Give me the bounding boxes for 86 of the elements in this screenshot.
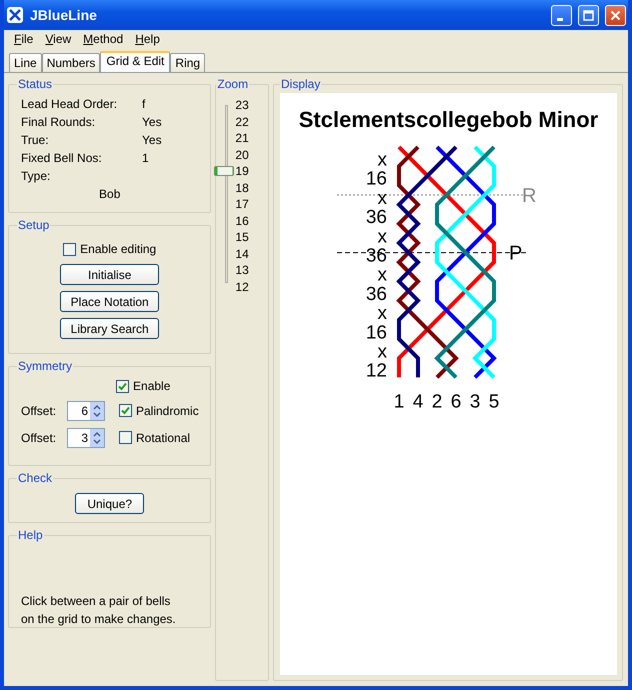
- zoom-tick-label: 17: [235, 196, 249, 212]
- group-title: Help: [17, 528, 44, 542]
- tab[interactable]: Ring: [170, 53, 206, 72]
- place-notation: x: [378, 150, 387, 171]
- place-notation: 36: [366, 207, 387, 228]
- offset-spinner[interactable]: 6: [67, 400, 105, 420]
- status-label: Lead Head Order:: [21, 97, 118, 111]
- bell-number: 3: [470, 391, 480, 412]
- minimize-button[interactable]: [551, 4, 572, 26]
- status-value: f: [142, 97, 146, 111]
- group-title: Check: [17, 471, 54, 485]
- group-title: Setup: [17, 218, 50, 232]
- place-notation: 16: [366, 322, 387, 344]
- maximize-icon: [583, 10, 594, 20]
- tab[interactable]: Grid & Edit: [100, 51, 170, 72]
- status-label: Fixed Bell Nos:: [21, 151, 103, 165]
- method-title: Stclementscollegebob Minor: [298, 107, 598, 133]
- unique-button[interactable]: Unique?: [75, 493, 144, 514]
- marker-label: P: [509, 242, 522, 265]
- status-value: 1: [142, 151, 150, 165]
- menu-item[interactable]: File: [8, 32, 40, 46]
- status-value: Bob: [98, 187, 122, 201]
- slider-thumb[interactable]: [214, 166, 234, 176]
- status-value: Yes: [142, 133, 163, 147]
- app-icon: [6, 6, 24, 24]
- bell-number: 6: [450, 391, 462, 412]
- close-icon: [610, 10, 621, 20]
- maximize-button[interactable]: [578, 4, 599, 26]
- menu-item[interactable]: View: [39, 32, 78, 46]
- place-notation: 16: [366, 168, 387, 190]
- checkbox-label: Rotational: [136, 430, 190, 444]
- minimize-icon: [556, 18, 562, 20]
- status-value: Yes: [142, 115, 163, 129]
- checkbox-label: Enable editing: [80, 242, 156, 256]
- menu-item[interactable]: Help: [129, 32, 166, 46]
- close-button[interactable]: [605, 4, 626, 26]
- zoom-tick-label: 15: [235, 229, 249, 246]
- checkbox[interactable]: [119, 404, 132, 417]
- checkbox[interactable]: [116, 380, 130, 392]
- checkbox[interactable]: [63, 242, 76, 256]
- setup-button[interactable]: Initialise: [60, 264, 160, 285]
- status-label: Type:: [21, 169, 52, 183]
- group-title: Display: [280, 77, 322, 91]
- status-label: Final Rounds:: [21, 115, 96, 129]
- group-title: Symmetry: [17, 359, 73, 373]
- zoom-tick-label: 20: [235, 146, 249, 163]
- help-text: on the grid to make changes.: [20, 611, 177, 628]
- zoom-tick-label: 13: [235, 262, 249, 278]
- setup-button[interactable]: Library Search: [60, 318, 160, 339]
- tab[interactable]: Line: [9, 53, 42, 72]
- help-text: Click between a pair of bells: [20, 593, 172, 610]
- zoom-tick-label: 19: [235, 163, 249, 180]
- group-title: Zoom: [216, 77, 250, 91]
- checkbox-label: Palindromic: [136, 404, 199, 418]
- zoom-tick-label: 23: [235, 97, 249, 114]
- place-notation: 36: [366, 284, 387, 305]
- offset-label: Offset:: [20, 404, 58, 418]
- zoom-slider[interactable]: [214, 102, 234, 284]
- place-notation: 12: [366, 360, 387, 382]
- bell-number: 1: [394, 391, 404, 412]
- bell-number: 2: [432, 391, 442, 412]
- offset-spinner[interactable]: 3: [67, 428, 105, 448]
- bell-number: 5: [488, 391, 500, 412]
- place-notation: x: [378, 303, 387, 324]
- group-title: Status: [17, 77, 54, 91]
- zoom-tick-label: 12: [235, 278, 249, 295]
- tab[interactable]: Numbers: [42, 53, 100, 72]
- marker-label: R: [522, 185, 536, 207]
- place-notation: x: [378, 342, 387, 363]
- zoom-tick-label: 14: [235, 246, 249, 262]
- place-notation: x: [378, 226, 387, 248]
- zoom-tick-label: 21: [235, 130, 249, 146]
- checkbox-label: Enable: [133, 379, 170, 393]
- place-notation: x: [378, 264, 387, 286]
- zoom-tick-label: 18: [235, 180, 249, 196]
- setup-button[interactable]: Place Notation: [60, 291, 160, 312]
- place-notation: 36: [366, 246, 387, 267]
- menu-item[interactable]: Method: [77, 32, 130, 46]
- zoom-tick-label: 22: [235, 114, 249, 130]
- bell-number: 4: [412, 391, 424, 412]
- place-notation: x: [378, 188, 387, 209]
- checkbox[interactable]: [119, 431, 132, 444]
- window-title: JBlueLine: [30, 7, 98, 23]
- offset-label: Offset:: [20, 430, 58, 444]
- status-label: True:: [21, 133, 50, 147]
- zoom-tick-label: 16: [235, 212, 249, 229]
